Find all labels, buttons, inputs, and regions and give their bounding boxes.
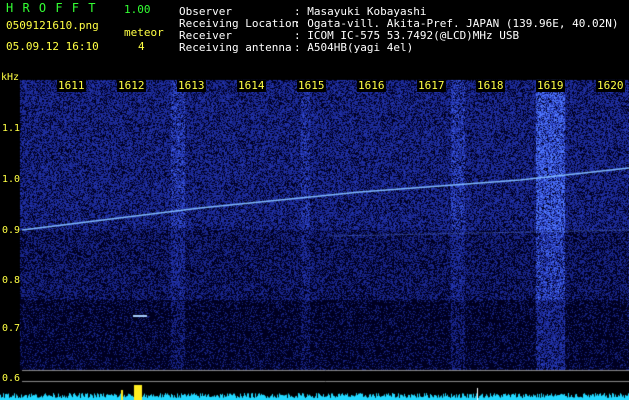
time-tick: 1613 — [177, 79, 206, 92]
time-tick: 1615 — [297, 79, 326, 92]
freq-tick: 0.9 — [2, 225, 21, 236]
freq-tick: 0.6 — [2, 373, 21, 384]
app-version: 1.00 — [124, 3, 151, 16]
time-tick: 1619 — [536, 79, 565, 92]
meteor-count: 4 — [138, 40, 145, 53]
app-title: H R O F F T — [6, 1, 97, 15]
spectrogram — [0, 0, 629, 400]
time-tick: 1616 — [357, 79, 386, 92]
freq-unit: kHz — [1, 72, 20, 83]
freq-tick: 0.7 — [2, 323, 21, 334]
freq-tick: 1.0 — [2, 174, 21, 185]
time-tick: 1618 — [476, 79, 505, 92]
time-tick: 1614 — [237, 79, 266, 92]
freq-tick: 1.1 — [2, 123, 21, 134]
time-tick: 1617 — [417, 79, 446, 92]
time-tick: 1611 — [57, 79, 86, 92]
meteor-label: meteor — [124, 26, 164, 39]
datetime: 05.09.12 16:10 — [6, 40, 99, 53]
hrofft-window: H R O F F T 1.00 0509121610.png 05.09.12… — [0, 0, 629, 400]
antenna-value: : A504HB(yagi 4el) — [294, 41, 414, 54]
freq-tick: 0.8 — [2, 275, 21, 286]
filename: 0509121610.png — [6, 19, 99, 32]
time-tick: 1620 — [596, 79, 625, 92]
antenna-label: Receiving antenna — [179, 41, 292, 54]
time-tick: 1612 — [117, 79, 146, 92]
